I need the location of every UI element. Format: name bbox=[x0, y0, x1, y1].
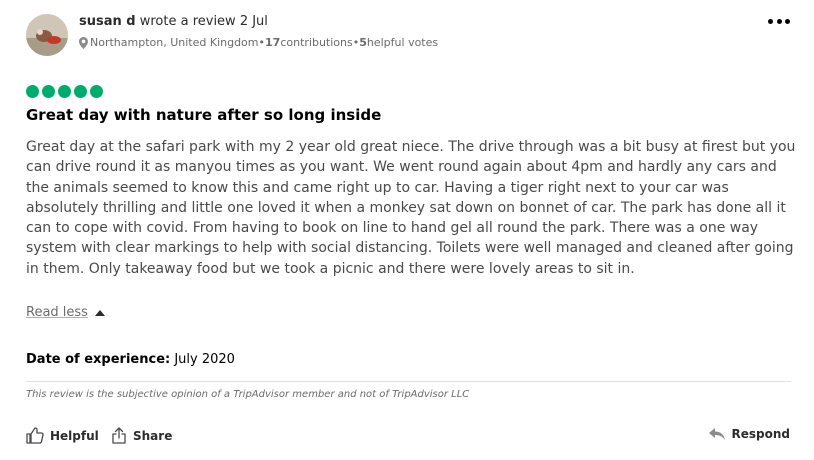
read-less-button[interactable]: Read less bbox=[26, 305, 105, 320]
author-name[interactable]: susan d bbox=[79, 14, 136, 29]
helpful-votes-count: 5 bbox=[359, 36, 367, 49]
divider bbox=[26, 381, 791, 382]
review-action-text: wrote a review 2 Jul bbox=[135, 14, 268, 29]
helpful-button[interactable]: Helpful bbox=[26, 427, 99, 444]
rating-bubble bbox=[74, 85, 87, 98]
caret-up-icon bbox=[94, 309, 105, 316]
read-less-label: Read less bbox=[26, 305, 88, 320]
date-of-experience: Date of experience: July 2020 bbox=[26, 352, 235, 367]
reply-arrow-icon bbox=[708, 427, 725, 440]
more-dot bbox=[785, 18, 790, 24]
share-button[interactable]: Share bbox=[111, 427, 172, 444]
helpful-votes-label: helpful votes bbox=[366, 36, 439, 49]
contributions-label: contributions bbox=[280, 36, 353, 49]
share-icon bbox=[112, 427, 126, 444]
respond-button[interactable]: Respond bbox=[708, 427, 791, 441]
date-of-experience-value: July 2020 bbox=[170, 352, 235, 367]
review-title[interactable]: Great day with nature after so long insi… bbox=[26, 106, 381, 124]
review-body: Great day at the safari park with my 2 y… bbox=[26, 139, 796, 277]
helpful-label: Helpful bbox=[50, 428, 99, 443]
review-disclaimer: This review is the subjective opinion of… bbox=[26, 389, 470, 400]
more-dot bbox=[776, 18, 782, 24]
rating-bubble bbox=[58, 85, 71, 98]
contributions-count: 17 bbox=[265, 36, 281, 49]
respond-label: Respond bbox=[731, 427, 791, 441]
author-location: Northampton, United Kingdom bbox=[90, 36, 259, 49]
avatar[interactable] bbox=[26, 14, 68, 56]
rating-bubble bbox=[26, 85, 39, 98]
location-pin-icon bbox=[79, 36, 88, 49]
rating-bubbles bbox=[26, 85, 103, 98]
rating-bubble bbox=[90, 85, 103, 98]
share-label: Share bbox=[133, 428, 173, 443]
more-options-icon[interactable] bbox=[768, 14, 790, 28]
review-author-line: susan d wrote a review 2 Jul bbox=[79, 14, 268, 29]
thumbs-up-icon bbox=[26, 427, 44, 444]
date-of-experience-label: Date of experience: bbox=[26, 352, 171, 367]
rating-bubble bbox=[42, 85, 55, 98]
more-dot bbox=[768, 18, 773, 24]
author-meta: Northampton, United Kingdom • 17 contrib… bbox=[79, 36, 438, 49]
